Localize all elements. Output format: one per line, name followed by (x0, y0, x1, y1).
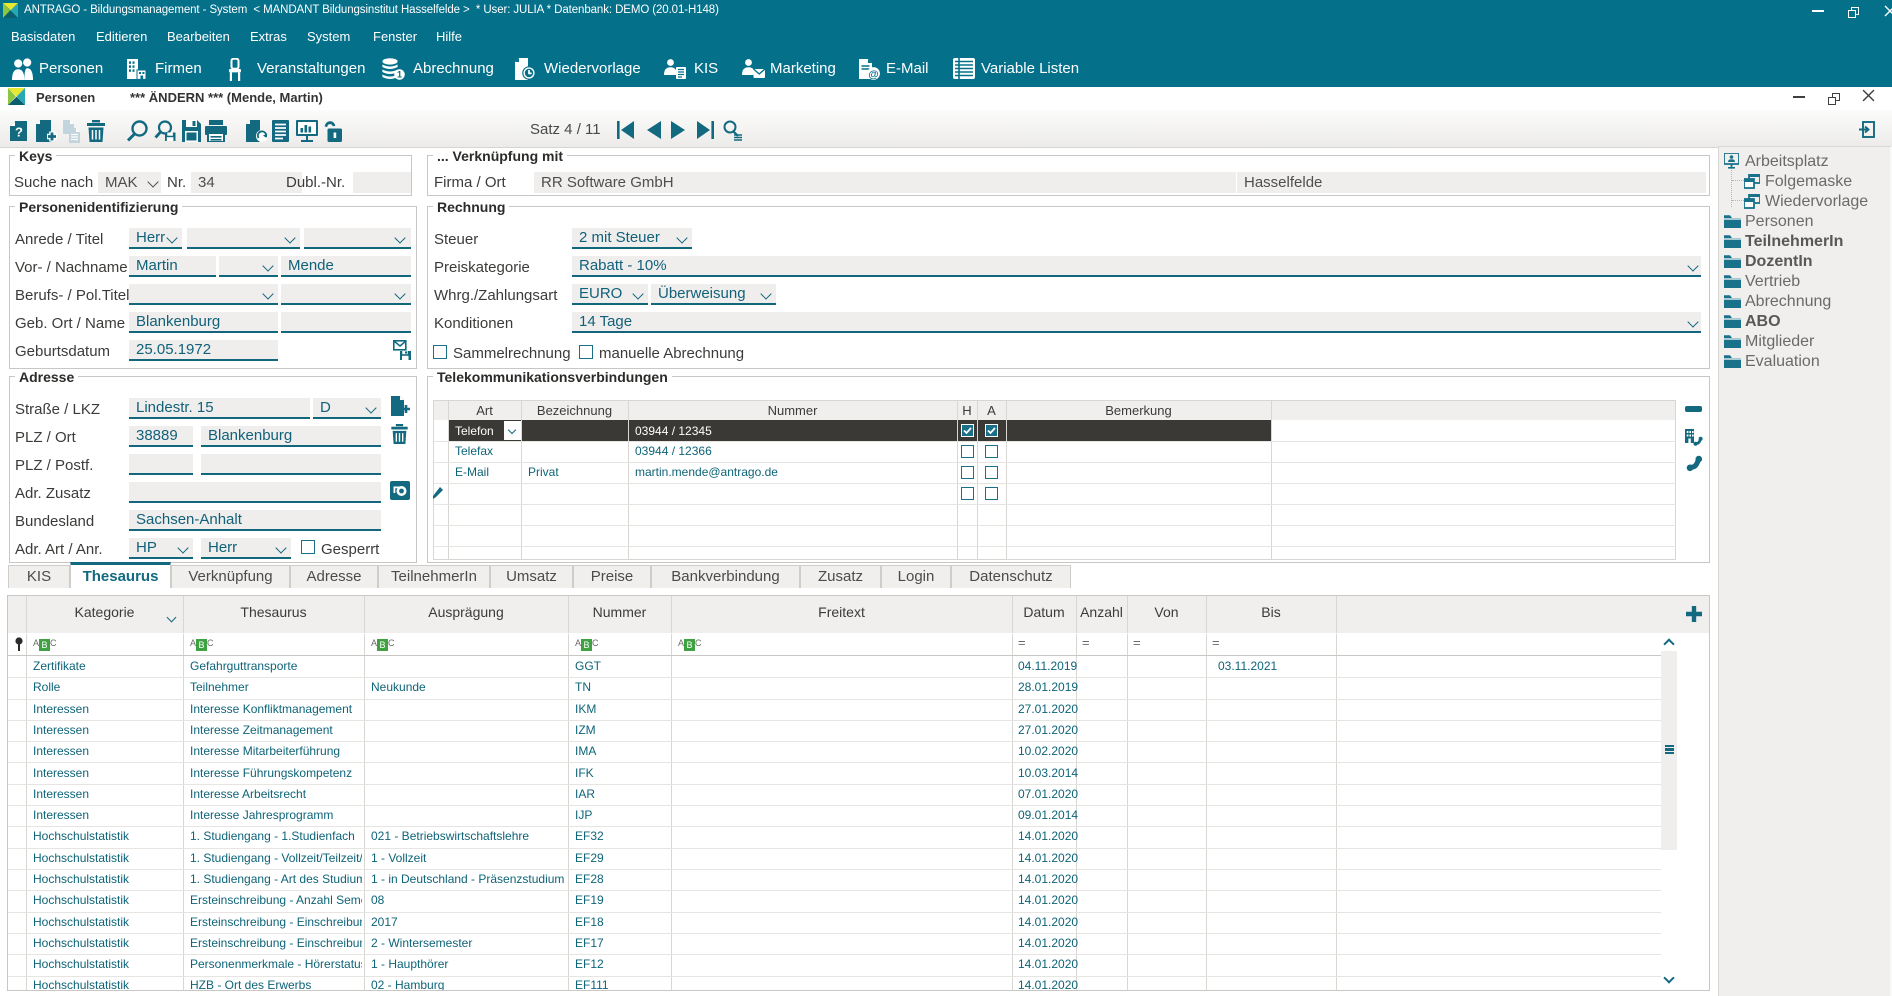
svg-text:1: 1 (397, 69, 402, 79)
svg-text:@: @ (868, 68, 878, 80)
svg-text:?: ? (15, 125, 23, 140)
